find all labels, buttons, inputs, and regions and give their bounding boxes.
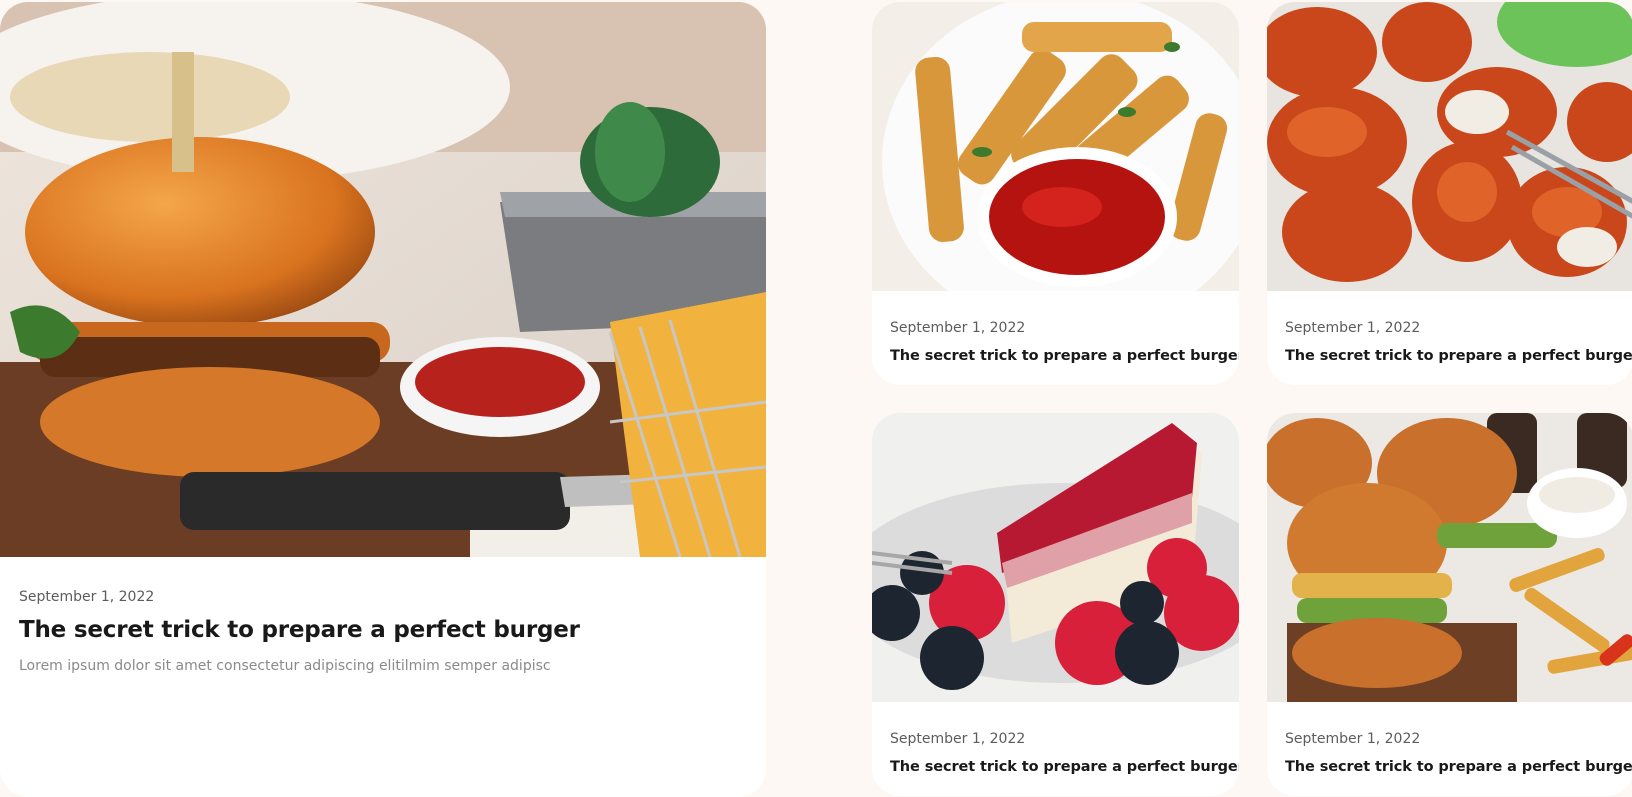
- post-image[interactable]: [1267, 413, 1632, 702]
- post-card[interactable]: September 1, 2022 The secret trick to pr…: [1267, 413, 1632, 796]
- featured-post-image[interactable]: [0, 2, 766, 557]
- post-title[interactable]: The secret trick to prepare a perfect bu…: [1285, 759, 1632, 775]
- post-title[interactable]: The secret trick to prepare a perfect bu…: [890, 348, 1239, 364]
- post-date: September 1, 2022: [890, 731, 1026, 747]
- post-title[interactable]: The secret trick to prepare a perfect bu…: [1285, 348, 1632, 364]
- post-card[interactable]: September 1, 2022 The secret trick to pr…: [872, 2, 1239, 385]
- featured-post-title[interactable]: The secret trick to prepare a perfect bu…: [19, 617, 580, 643]
- post-title[interactable]: The secret trick to prepare a perfect bu…: [890, 759, 1239, 775]
- post-card[interactable]: September 1, 2022 The secret trick to pr…: [1267, 2, 1632, 385]
- post-date: September 1, 2022: [1285, 731, 1421, 747]
- post-date: September 1, 2022: [890, 320, 1026, 336]
- featured-post-card[interactable]: September 1, 2022 The secret trick to pr…: [0, 2, 766, 797]
- featured-post-date: September 1, 2022: [19, 589, 155, 605]
- post-image[interactable]: [1267, 2, 1632, 291]
- post-image[interactable]: [872, 2, 1239, 291]
- featured-post-excerpt: Lorem ipsum dolor sit amet consectetur a…: [19, 658, 551, 674]
- post-card[interactable]: September 1, 2022 The secret trick to pr…: [872, 413, 1239, 796]
- post-image[interactable]: [872, 413, 1239, 702]
- post-date: September 1, 2022: [1285, 320, 1421, 336]
